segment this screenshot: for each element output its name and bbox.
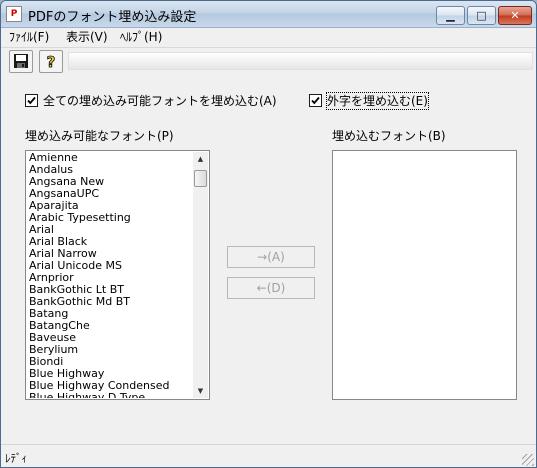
resize-grip-icon[interactable] [522,454,534,466]
embeddable-list-scrollbar[interactable]: ▲ ▼ [193,152,208,398]
status-text: ﾚﾃﾞｨ [5,452,27,465]
list-item[interactable]: Blue Highway D Type [27,392,192,399]
menu-view[interactable]: 表示(V) [66,29,108,45]
menu-help[interactable]: ﾍﾙﾌﾟ(H) [120,29,162,45]
embeddable-fonts-list[interactable]: Amienne Andalus Angsana New AngsanaUPC Apara… [25,150,210,400]
toolbar: ? [1,47,536,75]
question-mark-icon: ? [46,53,56,72]
minimize-button[interactable]: ▁ [436,6,465,25]
remove-font-button[interactable]: ←(D) [227,277,315,299]
help-button[interactable]: ? [39,50,63,73]
scroll-up-arrow-icon[interactable]: ▲ [193,152,208,166]
title-bar[interactable]: P PDFのフォント埋め込み設定 ▁ □ ✕ [1,1,536,28]
save-button[interactable] [9,50,33,73]
floppy-disk-icon [14,54,28,68]
app-window: P PDFのフォント埋め込み設定 ▁ □ ✕ ﾌｧｲﾙ(F) 表示(V) ﾍﾙﾌ… [0,0,537,468]
status-bar: ﾚﾃﾞｨ [1,444,536,467]
checkmark-icon [311,96,320,105]
toolbar-band [68,52,533,70]
menu-file[interactable]: ﾌｧｲﾙ(F) [9,29,49,45]
scroll-thumb[interactable] [194,170,207,187]
embed-all-label: 全ての埋め込み可能フォントを埋め込む(A) [43,94,277,108]
close-button[interactable]: ✕ [498,6,532,25]
embeddable-fonts-items: Amienne Andalus Angsana New AngsanaUPC Apara… [27,152,192,398]
embed-all-checkbox[interactable]: 全ての埋め込み可能フォントを埋め込む(A) [25,93,295,109]
embedded-fonts-label: 埋め込むフォント(B) [332,129,446,143]
app-icon[interactable]: P [6,6,22,22]
embeddable-fonts-label: 埋め込み可能なフォント(P) [25,129,174,143]
menu-bar: ﾌｧｲﾙ(F) 表示(V) ﾍﾙﾌﾟ(H) [1,28,536,46]
scroll-down-arrow-icon[interactable]: ▼ [193,384,208,398]
maximize-button[interactable]: □ [467,6,496,25]
checkmark-icon [27,96,36,105]
embedded-fonts-list[interactable] [332,150,517,400]
embed-external-label: 外字を埋め込む(E) [326,92,429,110]
svg-text:?: ? [47,53,56,71]
checkbox-box[interactable] [25,94,38,107]
close-icon: ✕ [510,9,520,22]
add-font-button[interactable]: →(A) [227,246,315,268]
embed-external-checkbox[interactable]: 外字を埋め込む(E) [309,92,429,110]
maximize-icon: □ [476,9,487,22]
minimize-icon: ▁ [446,9,455,22]
checkbox-box[interactable] [309,94,322,107]
window-title: PDFのフォント埋め込み設定 [28,10,197,25]
